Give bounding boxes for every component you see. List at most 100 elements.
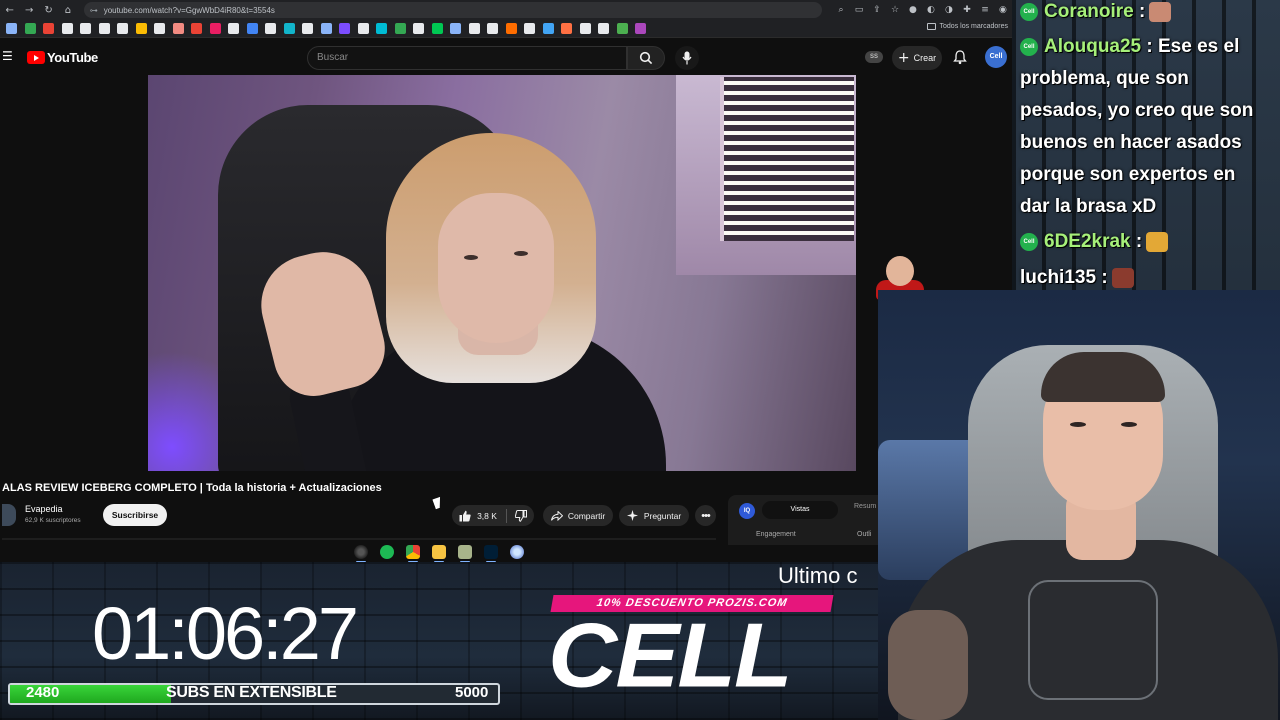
bookmark-favicon-icon[interactable] [43, 23, 54, 34]
bookmark-favicon-icon[interactable] [228, 23, 239, 34]
extension-icon[interactable]: ● [904, 0, 922, 20]
thumbs-up-icon[interactable] [459, 510, 471, 522]
bookmark-favicon-icon[interactable] [283, 23, 295, 34]
chat-panel: Cell Coranoire : Cell Alouqua25 : Ese es el… [1012, 0, 1280, 290]
ask-button[interactable]: Preguntar [619, 505, 689, 526]
bookmark-favicon-icon[interactable] [24, 23, 36, 34]
search-button[interactable] [627, 46, 665, 70]
bookmark-favicon-icon[interactable] [542, 23, 554, 34]
bookmark-favicon-icon[interactable] [635, 23, 646, 34]
bookmark-favicon-icon[interactable] [191, 23, 202, 34]
like-dislike-button[interactable]: 3,8 K [452, 505, 534, 526]
chat-message: luchi135 : [1020, 262, 1134, 290]
file-explorer-icon[interactable] [432, 545, 446, 563]
bookmark-favicon-icon[interactable] [561, 23, 572, 34]
subscriber-badge-icon: Cell [1020, 37, 1038, 56]
channel-avatar[interactable] [2, 504, 16, 526]
chat-message: Cell Coranoire : [1020, 0, 1172, 28]
address-bar[interactable]: ⊶ youtube.com/watch?v=GgwWbD4iR80&t=3554… [83, 2, 822, 18]
bookmark-favicon-icon[interactable] [135, 23, 147, 34]
bookmark-favicon-icon[interactable] [265, 23, 276, 34]
forward-icon[interactable]: → [19, 0, 38, 20]
bookmark-favicon-icon[interactable] [376, 23, 387, 34]
bookmark-favicon-icon[interactable] [320, 23, 332, 34]
bookmark-favicon-icon[interactable] [413, 23, 424, 34]
share-page-icon[interactable]: ⇪ [868, 0, 886, 20]
channel-name[interactable]: Evapedia [25, 504, 63, 514]
bookmark-favicon-icon[interactable] [98, 23, 110, 34]
chrome-app-icon[interactable] [406, 545, 420, 563]
bookmark-favicon-icon[interactable] [524, 23, 535, 34]
subscribe-button[interactable]: Suscribirse [103, 504, 167, 526]
media-icon[interactable]: ≡ [976, 0, 994, 20]
thumbs-down-icon[interactable] [514, 509, 527, 522]
app-icon[interactable] [510, 545, 524, 559]
bookmark-favicon-icon[interactable] [154, 23, 165, 34]
taskbar [0, 542, 878, 563]
bookmark-favicon-icon[interactable] [487, 23, 498, 34]
create-button[interactable]: + Crear [892, 46, 942, 70]
obs-app-icon[interactable] [354, 545, 368, 563]
bookmark-favicon-icon[interactable] [339, 23, 350, 34]
bookmark-favicon-icon[interactable] [117, 23, 128, 34]
bookmark-favicon-icon[interactable] [172, 23, 184, 34]
all-bookmarks-folder[interactable]: Todos los marcadores [926, 23, 1008, 30]
photoshop-app-icon[interactable] [484, 545, 498, 563]
notifications-bell-icon[interactable] [952, 49, 968, 65]
youtube-header: ☰ YouTube Buscar SS + Crear Cell [0, 39, 1012, 75]
create-label: Crear [913, 53, 937, 63]
back-icon[interactable]: ← [0, 0, 19, 20]
chat-username[interactable]: 6DE2krak [1044, 231, 1131, 252]
profile-icon[interactable]: ◉ [994, 0, 1012, 20]
chat-username[interactable]: Coranoire [1044, 1, 1134, 22]
search-input[interactable]: Buscar [307, 46, 627, 70]
youtube-logo[interactable]: YouTube [27, 50, 98, 65]
analytics-logo-icon[interactable]: IQ [739, 503, 755, 519]
more-actions-button[interactable]: ••• [695, 505, 716, 526]
bookmark-favicon-icon[interactable] [61, 23, 73, 34]
sparkle-icon [626, 510, 638, 521]
bookmark-favicon-icon[interactable] [431, 23, 443, 34]
bookmark-favicon-icon[interactable] [302, 23, 313, 34]
share-label: Compartir [567, 510, 606, 521]
spotify-app-icon[interactable] [380, 545, 394, 559]
video-title: ALAS REVIEW ICEBERG COMPLETO | Toda la h… [2, 482, 382, 494]
bookmark-favicon-icon[interactable] [598, 23, 609, 34]
reload-icon[interactable]: ↻ [39, 0, 58, 20]
tab-views[interactable]: Vistas [762, 501, 838, 519]
bookmark-favicon-icon[interactable] [357, 23, 369, 34]
home-icon[interactable]: ⌂ [58, 0, 77, 20]
bookmark-favicon-icon[interactable] [450, 23, 461, 34]
site-info-icon[interactable]: ⊶ [90, 6, 98, 15]
zoom-icon[interactable]: ⌕ [832, 0, 850, 20]
bookmark-favicon-icon[interactable] [579, 23, 591, 34]
extension-badge[interactable]: SS [865, 51, 883, 63]
cast-icon[interactable]: ▭ [850, 0, 868, 20]
bookmark-star-icon[interactable]: ☆ [886, 0, 904, 20]
share-arrow-icon [550, 510, 563, 521]
share-button[interactable]: Compartir [543, 505, 613, 526]
account-avatar[interactable]: Cell [985, 46, 1007, 68]
app-icon[interactable] [458, 545, 472, 563]
chat-message: pesados, yo creo que son [1020, 95, 1253, 127]
bookmark-favicon-icon[interactable] [209, 23, 221, 34]
bookmark-favicon-icon[interactable] [505, 23, 517, 34]
menu-icon[interactable]: ☰ [2, 49, 16, 63]
stream-screen: ← → ↻ ⌂ ⊶ youtube.com/watch?v=GgwWbD4iR8… [0, 0, 1280, 720]
bookmark-favicon-icon[interactable] [468, 23, 480, 34]
bookmark-favicon-icon[interactable] [6, 23, 17, 34]
bookmark-favicon-icon[interactable] [246, 23, 258, 34]
puzzle-icon[interactable]: ✚ [958, 0, 976, 20]
chat-separator: : [1130, 231, 1143, 252]
chat-username[interactable]: Alouqua25 [1044, 36, 1141, 57]
tab-summary[interactable]: Resum [854, 503, 876, 510]
bookmark-favicon-icon[interactable] [394, 23, 406, 34]
bookmark-favicon-icon[interactable] [80, 23, 91, 34]
extension-icon[interactable]: ◐ [922, 0, 940, 20]
voice-search-button[interactable] [675, 46, 699, 70]
chat-username[interactable]: luchi135 [1020, 267, 1096, 288]
extension-icon[interactable]: ◑ [940, 0, 958, 20]
bookmark-favicon-icon[interactable] [616, 23, 628, 34]
browser-actions: ⌕ ▭ ⇪ ☆ ● ◐ ◑ ✚ ≡ ◉ [832, 0, 1012, 20]
video-player[interactable] [148, 75, 856, 471]
